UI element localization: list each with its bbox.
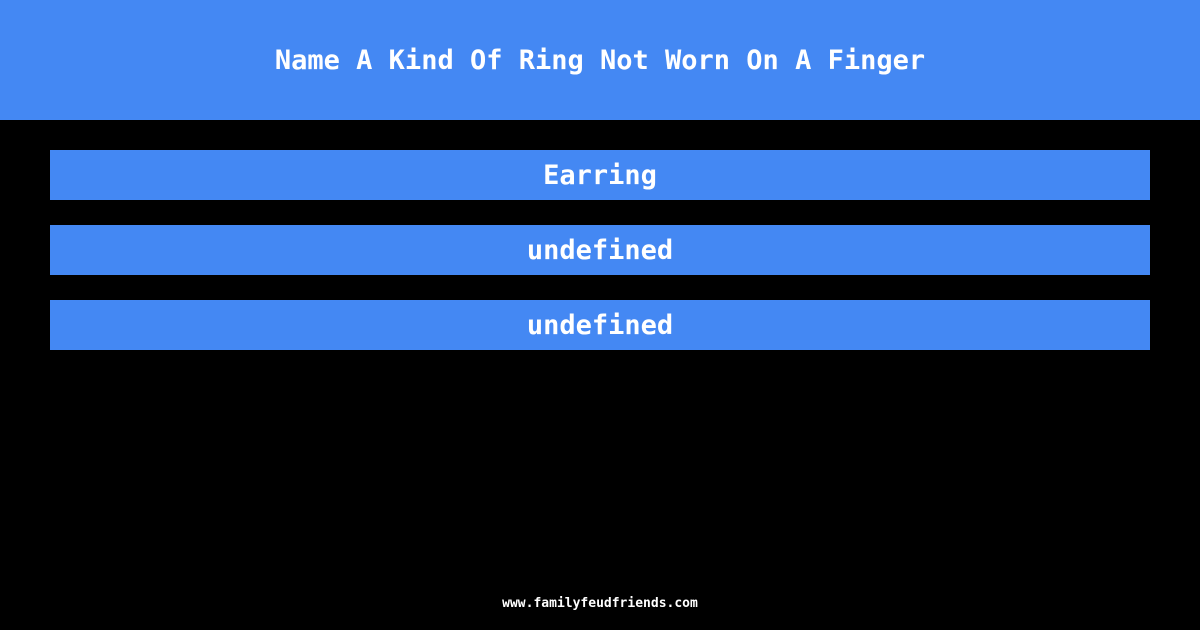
answer-bar: undefined [50,300,1150,350]
question-title: Name A Kind Of Ring Not Worn On A Finger [274,44,926,76]
answer-text: Earring [543,159,657,191]
answer-text: undefined [526,309,674,341]
answer-text: undefined [526,234,674,266]
answer-bar: Earring [50,150,1150,200]
answer-bar: undefined [50,225,1150,275]
question-header: Name A Kind Of Ring Not Worn On A Finger [0,0,1200,120]
site-url: www.familyfeudfriends.com [502,596,698,611]
answer-list: Earring undefined undefined [50,150,1150,375]
